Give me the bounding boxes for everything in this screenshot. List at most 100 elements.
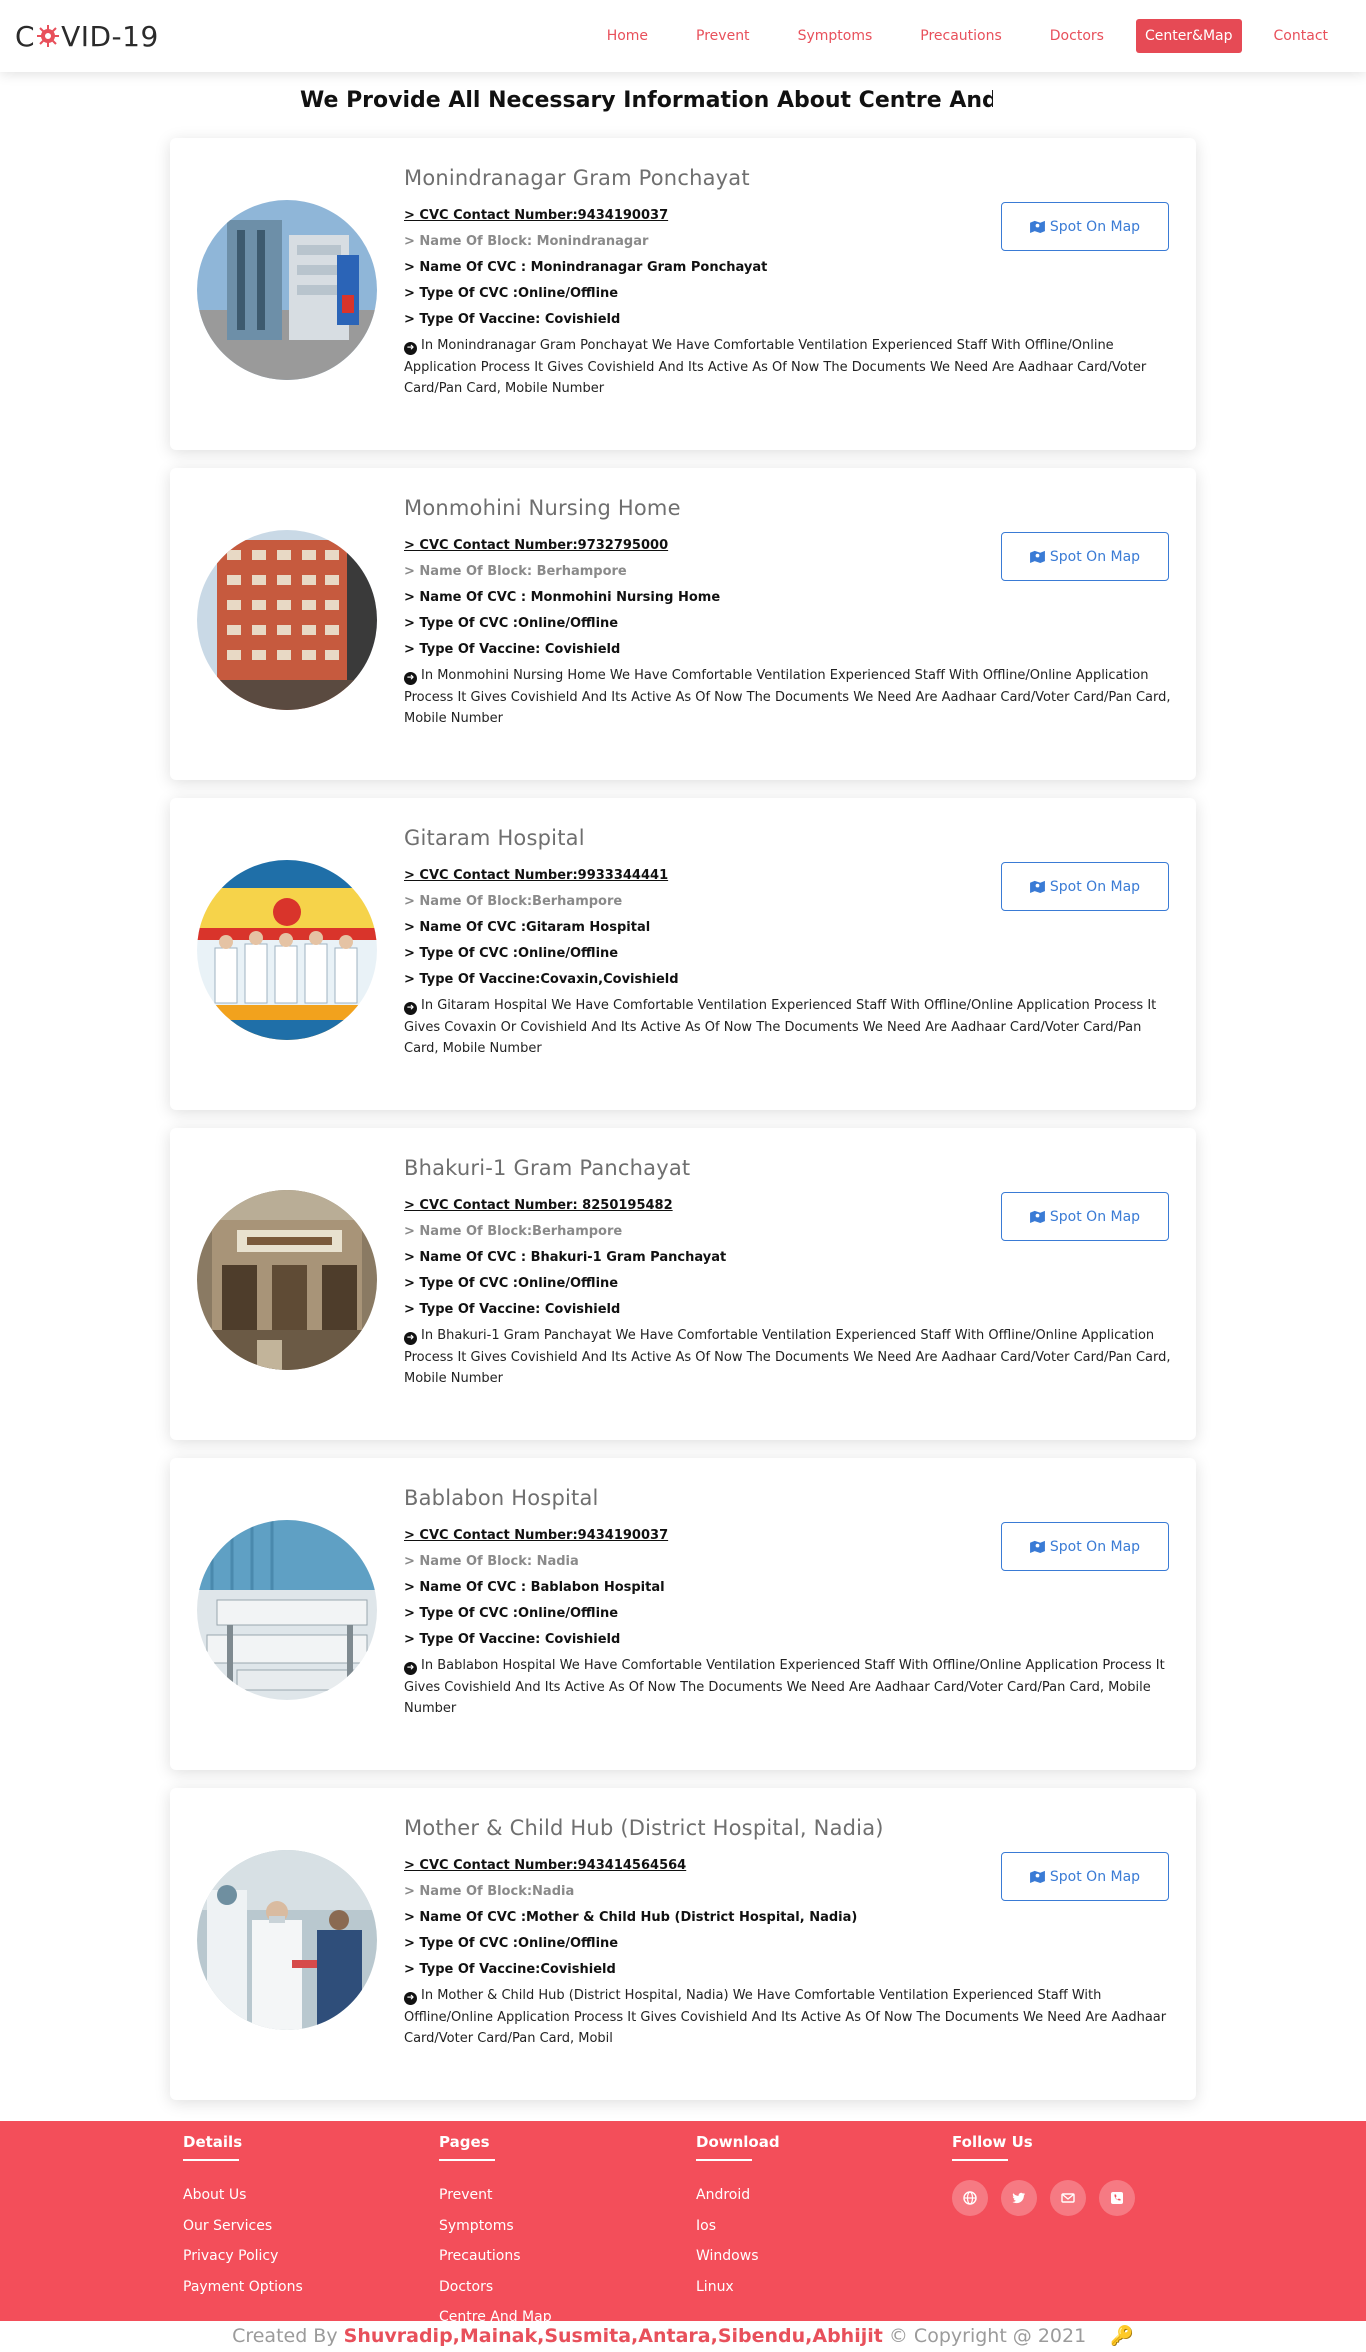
nav-contact[interactable]: Contact <box>1274 28 1328 44</box>
credits-names: Shuvradip,Mainak,Susmita,Antara,Sibendu,… <box>343 2325 883 2347</box>
footer-heading: Download <box>696 2133 780 2163</box>
footer-link-our-services[interactable]: Our Services <box>183 2211 303 2242</box>
centre-title: Mother & Child Hub (District Hospital, N… <box>404 1816 884 1840</box>
centre-title: Gitaram Hospital <box>404 826 585 850</box>
footer-pages: Pages Prevent Symptoms Precautions Docto… <box>439 2133 552 2333</box>
centre-description: ➜ In Gitaram Hospital We Have Comfortable… <box>404 995 1172 1060</box>
spot-on-map-label: Spot On Map <box>1049 548 1141 565</box>
footer-link-prevent[interactable]: Prevent <box>439 2180 552 2211</box>
brand-prefix: C <box>15 19 36 53</box>
arrow-circle-icon: ➜ <box>404 1002 417 1015</box>
footer-link-windows[interactable]: Windows <box>696 2241 780 2272</box>
footer-follow: Follow Us <box>952 2133 1148 2216</box>
centre-list: Monindranagar Gram Ponchayat > CVC Conta… <box>170 138 1196 2118</box>
cvc-type: > Type Of CVC :Online/Offline <box>404 1606 619 1621</box>
vaccine-type: > Type Of Vaccine: Covishield <box>404 1632 621 1647</box>
spot-on-map-label: Spot On Map <box>1049 1208 1141 1225</box>
brand-logo[interactable]: C VID-19 <box>15 20 159 53</box>
key-icon: 🔑 <box>1110 2325 1134 2347</box>
brand-suffix: VID-19 <box>61 19 159 53</box>
cvc-name: > Name Of CVC : Monmohini Nursing Home <box>404 590 721 605</box>
spot-on-map-button[interactable]: Spot On Map <box>1001 1852 1169 1901</box>
footer-link-about-us[interactable]: About Us <box>183 2180 303 2211</box>
cvc-name: > Name Of CVC :Gitaram Hospital <box>404 920 651 935</box>
centre-photo <box>197 530 377 710</box>
spot-on-map-label: Spot On Map <box>1049 1868 1141 1885</box>
cvc-type: > Type Of CVC :Online/Offline <box>404 1936 619 1951</box>
footer-heading: Pages <box>439 2133 552 2163</box>
centre-card: Bhakuri-1 Gram Panchayat > CVC Contact N… <box>170 1128 1196 1440</box>
map-marker-icon <box>1029 550 1045 563</box>
navbar: C VID-19 Home Prevent Symptoms Precautio… <box>0 0 1366 72</box>
mail-icon[interactable] <box>1050 2180 1086 2216</box>
centre-photo <box>197 860 377 1040</box>
centre-card: Mother & Child Hub (District Hospital, N… <box>170 1788 1196 2100</box>
cvc-type: > Type Of CVC :Online/Offline <box>404 1276 619 1291</box>
spot-on-map-button[interactable]: Spot On Map <box>1001 202 1169 251</box>
vaccine-type: > Type Of Vaccine: Covishield <box>404 642 621 657</box>
centre-photo <box>197 200 377 380</box>
footer-link-doctors[interactable]: Doctors <box>439 2272 552 2303</box>
phone-icon[interactable] <box>1099 2180 1135 2216</box>
nav-symptoms[interactable]: Symptoms <box>798 28 873 44</box>
contact-number-text: > CVC Contact Number:9434190037 <box>404 208 669 223</box>
spot-on-map-button[interactable]: Spot On Map <box>1001 1522 1169 1571</box>
footer-link-linux[interactable]: Linux <box>696 2272 780 2303</box>
map-marker-icon <box>1029 1870 1045 1883</box>
cvc-type: > Type Of CVC :Online/Offline <box>404 286 619 301</box>
centre-description: ➜ In Monmohini Nursing Home We Have Comfo… <box>404 665 1172 730</box>
cvc-name: > Name Of CVC : Bhakuri-1 Gram Panchayat <box>404 1250 727 1265</box>
footer-link-symptoms[interactable]: Symptoms <box>439 2211 552 2242</box>
contact-number-text: > CVC Contact Number:9434190037 <box>404 1528 669 1543</box>
map-marker-icon <box>1029 220 1045 233</box>
description-text: In Mother & Child Hub (District Hospital… <box>404 1988 1167 2046</box>
cvc-name: > Name Of CVC : Monindranagar Gram Ponch… <box>404 260 768 275</box>
description-text: In Bhakuri-1 Gram Panchayat We Have Comf… <box>404 1328 1171 1386</box>
centre-title: Monmohini Nursing Home <box>404 496 681 520</box>
centre-card: Monmohini Nursing Home > CVC Contact Num… <box>170 468 1196 780</box>
centre-title: Monindranagar Gram Ponchayat <box>404 166 750 190</box>
spot-on-map-button[interactable]: Spot On Map <box>1001 532 1169 581</box>
arrow-circle-icon: ➜ <box>404 1332 417 1345</box>
footer-link-android[interactable]: Android <box>696 2180 780 2211</box>
nav-home[interactable]: Home <box>607 28 648 44</box>
cvc-name: > Name Of CVC :Mother & Child Hub (Distr… <box>404 1910 858 1925</box>
contact-number-text: > CVC Contact Number:9732795000 <box>404 538 669 553</box>
contact-number-text: > CVC Contact Number: 8250195482 <box>404 1198 673 1213</box>
vaccine-type: > Type Of Vaccine:Covishield <box>404 1962 616 1977</box>
contact-number-text: > CVC Contact Number:943414564564 <box>404 1858 687 1873</box>
footer-link-payment-options[interactable]: Payment Options <box>183 2272 303 2303</box>
description-text: In Monmohini Nursing Home We Have Comfor… <box>404 668 1171 726</box>
description-text: In Bablabon Hospital We Have Comfortable… <box>404 1658 1165 1716</box>
centre-description: ➜ In Monindranagar Gram Ponchayat We Have… <box>404 335 1172 400</box>
nav-center-map[interactable]: Center&Map <box>1135 19 1242 53</box>
footer-link-precautions[interactable]: Precautions <box>439 2241 552 2272</box>
footer-heading: Follow Us <box>952 2133 1148 2163</box>
map-marker-icon <box>1029 1210 1045 1223</box>
map-marker-icon <box>1029 1540 1045 1553</box>
centre-photo <box>197 1190 377 1370</box>
nav-precautions[interactable]: Precautions <box>920 28 1002 44</box>
arrow-circle-icon: ➜ <box>404 1992 417 2005</box>
nav-doctors[interactable]: Doctors <box>1050 28 1104 44</box>
copyright-text: © Copyright @ 2021 <box>888 2325 1087 2347</box>
vaccine-type: > Type Of Vaccine: Covishield <box>404 1302 621 1317</box>
virus-icon <box>37 25 60 47</box>
nav-prevent[interactable]: Prevent <box>696 28 750 44</box>
page-title: We Provide All Necessary Information Abo… <box>300 88 993 113</box>
centre-card: Monindranagar Gram Ponchayat > CVC Conta… <box>170 138 1196 450</box>
footer-link-privacy-policy[interactable]: Privacy Policy <box>183 2241 303 2272</box>
twitter-icon[interactable] <box>1001 2180 1037 2216</box>
vaccine-type: > Type Of Vaccine:Covaxin,Covishield <box>404 972 679 987</box>
centre-card: Gitaram Hospital > CVC Contact Number:99… <box>170 798 1196 1110</box>
credits-bar: Created By Shuvradip,Mainak,Susmita,Anta… <box>0 2321 1366 2352</box>
description-text: In Gitaram Hospital We Have Comfortable … <box>404 998 1157 1056</box>
arrow-circle-icon: ➜ <box>404 342 417 355</box>
centre-photo <box>197 1850 377 2030</box>
spot-on-map-button[interactable]: Spot On Map <box>1001 1192 1169 1241</box>
cvc-type: > Type Of CVC :Online/Offline <box>404 616 619 631</box>
credits-prefix: Created By <box>232 2325 338 2347</box>
globe-icon[interactable] <box>952 2180 988 2216</box>
spot-on-map-button[interactable]: Spot On Map <box>1001 862 1169 911</box>
footer-link-ios[interactable]: Ios <box>696 2211 780 2242</box>
